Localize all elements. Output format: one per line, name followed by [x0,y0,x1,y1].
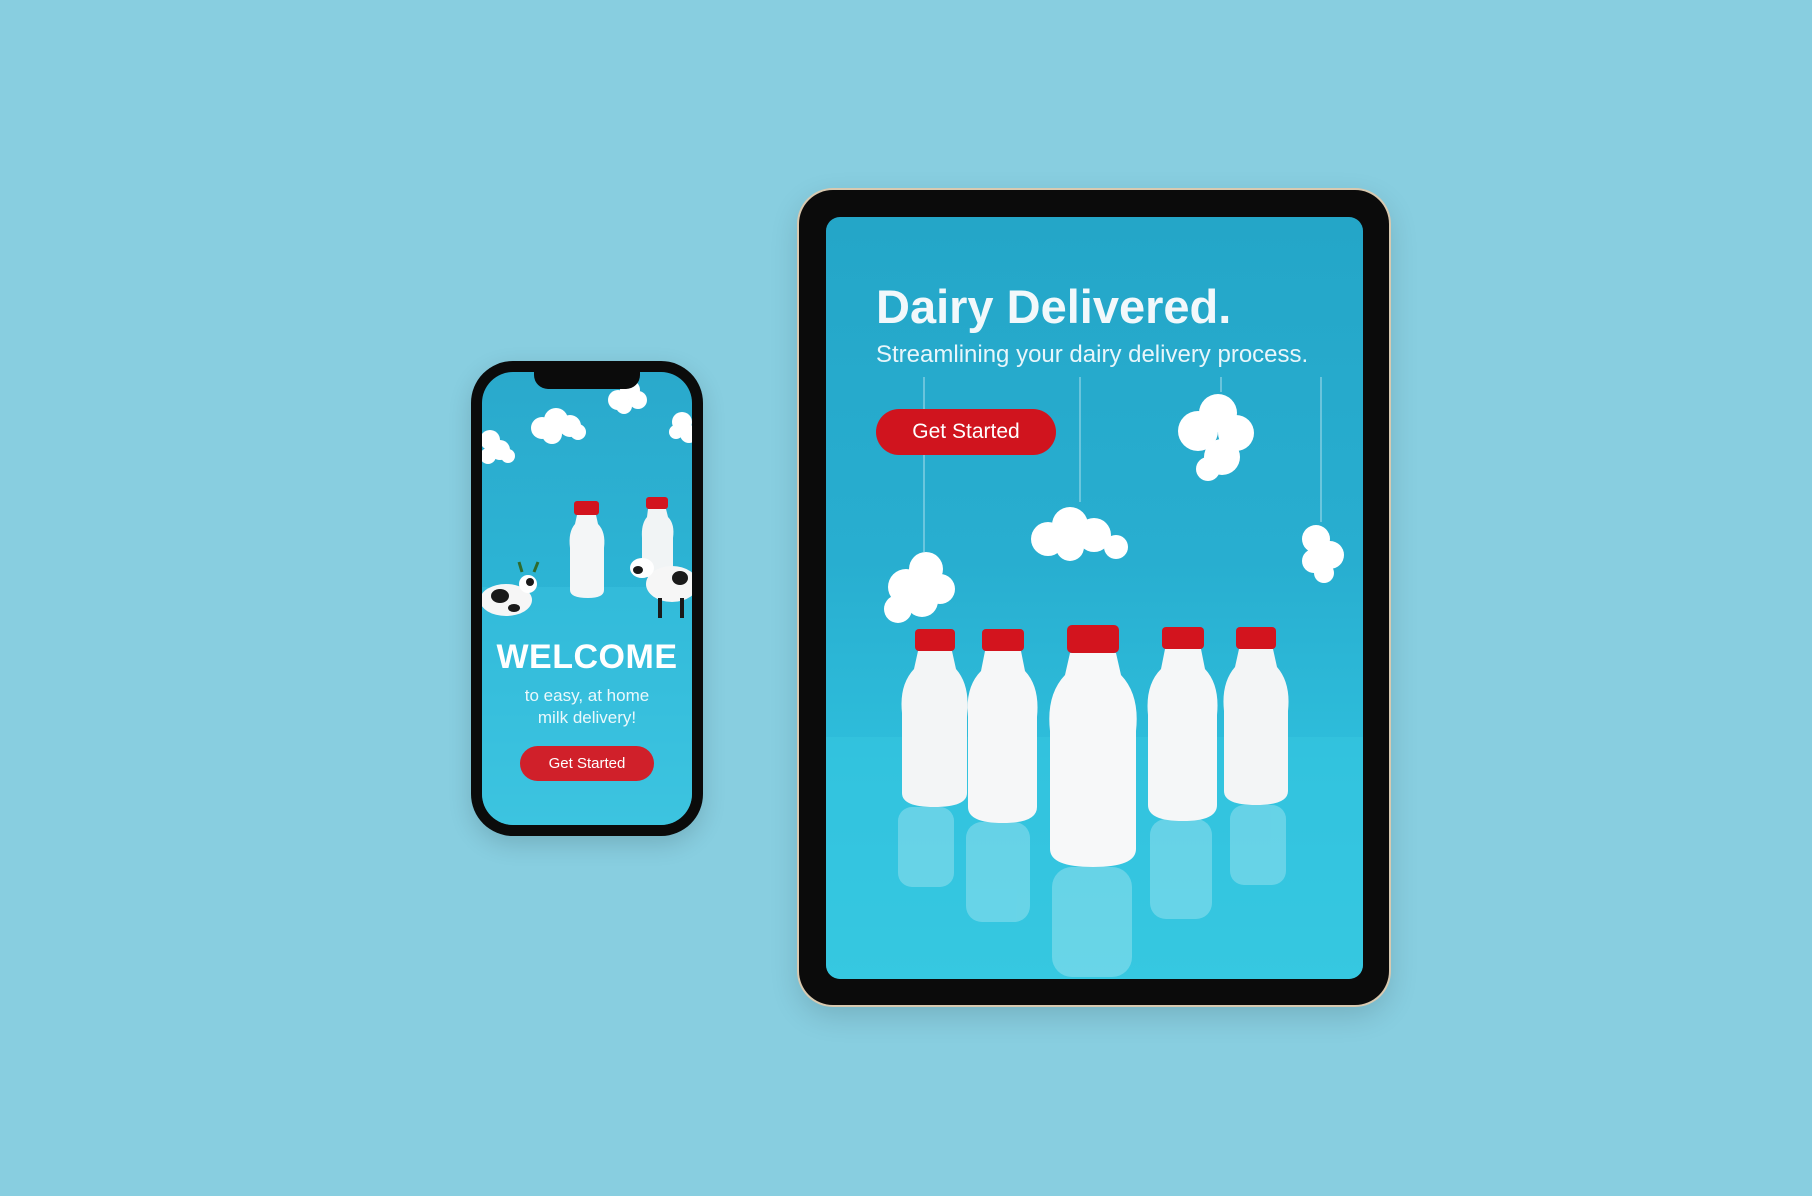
phone-mockup: WELCOME to easy, at home milk delivery! … [471,361,703,836]
cloud-icon [1031,507,1128,561]
welcome-subtitle-line-1: to easy, at home [524,686,650,705]
cloud-icon [669,412,692,443]
cloud-icon [482,430,515,464]
milk-bottle-icon [1147,627,1218,821]
phone-notch [534,372,640,389]
tablet-mockup: Dairy Delivered. Streamlining your dairy… [799,190,1389,1005]
welcome-subtitle-line-2: milk delivery! [537,708,637,727]
cloud-icon [884,552,955,623]
welcome-title: WELCOME [496,638,678,676]
welcome-subtitle: to easy, at home milk delivery! [502,685,672,729]
cloud-icon [1302,525,1344,583]
hero-title: Dairy Delivered. [876,280,1232,333]
phone-screen: WELCOME to easy, at home milk delivery! … [482,372,692,825]
hero-subtitle: Streamlining your dairy delivery process… [876,341,1309,368]
milk-bottle-icon [1223,627,1289,805]
cloud-icon [1178,394,1254,481]
get-started-button[interactable]: Get Started [520,746,654,781]
milk-bottle-icon [1049,625,1137,867]
get-started-button[interactable]: Get Started [876,409,1056,455]
milk-bottle-icon [967,629,1038,823]
cloud-icon [531,408,586,444]
tablet-screen: Dairy Delivered. Streamlining your dairy… [826,217,1363,979]
milk-bottle-icon [901,629,968,807]
milk-bottle-icon [569,501,605,598]
